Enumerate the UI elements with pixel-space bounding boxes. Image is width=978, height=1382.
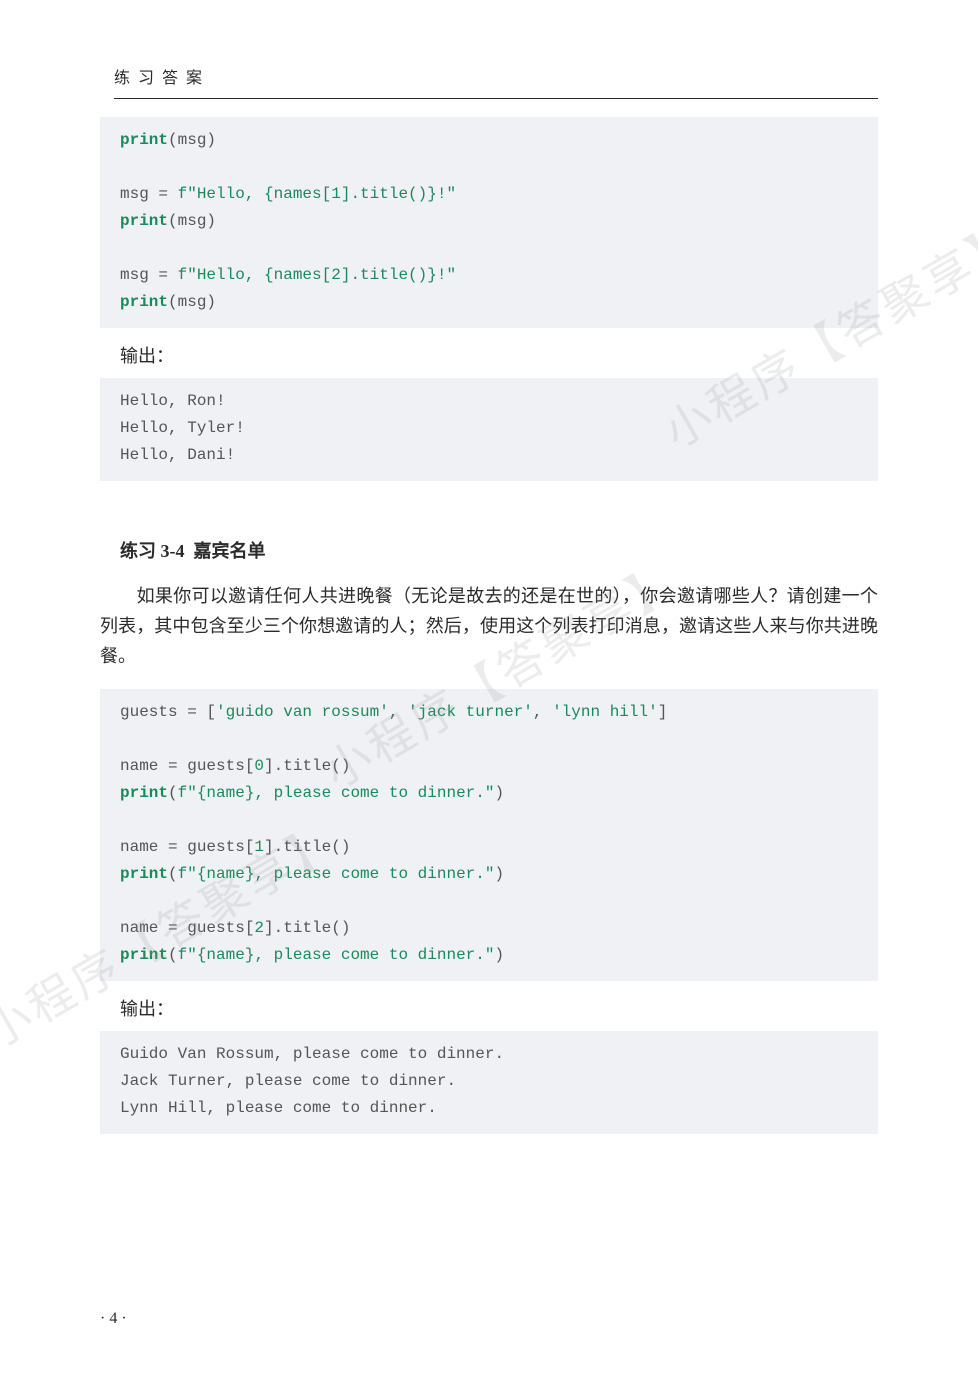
code-text: ].title() xyxy=(264,838,350,856)
code-string: 'guido van rossum' xyxy=(216,703,389,721)
code-text: , xyxy=(389,703,408,721)
code-string: f"{name}, please come to dinner." xyxy=(178,946,495,964)
code-text: ( xyxy=(168,865,178,883)
page-header: 练 习 答 案 xyxy=(114,64,878,99)
page: 练 习 答 案 小程序【答聚享】 小程序【答聚享】 小程序【答聚享】 print… xyxy=(0,0,978,1382)
code-text: (msg) xyxy=(168,131,216,149)
code-text: name = guests[ xyxy=(120,919,254,937)
code-text: (msg) xyxy=(168,212,216,230)
section-number: 练习 3-4 xyxy=(120,541,185,561)
output-label-1: 输出： xyxy=(120,342,878,368)
code-string: 'jack turner' xyxy=(408,703,533,721)
output-label-2: 输出： xyxy=(120,995,878,1021)
code-text: ].title() xyxy=(264,919,350,937)
code-string: ].title()}!" xyxy=(341,185,456,203)
code-text: name = guests[ xyxy=(120,838,254,856)
code-string: f"{name}, please come to dinner." xyxy=(178,784,495,802)
output-block-1: Hello, Ron! Hello, Tyler! Hello, Dani! xyxy=(100,378,878,481)
code-text: (msg) xyxy=(168,293,216,311)
code-text: ].title() xyxy=(264,757,350,775)
code-block-2: guests = ['guido van rossum', 'jack turn… xyxy=(100,689,878,981)
code-text: ) xyxy=(494,784,504,802)
code-string: f"{name}, please come to dinner." xyxy=(178,865,495,883)
code-keyword: print xyxy=(120,131,168,149)
code-keyword: print xyxy=(120,946,168,964)
code-text: ( xyxy=(168,946,178,964)
code-text: msg = xyxy=(120,185,178,203)
code-number: 1 xyxy=(254,838,264,856)
code-block-1: print(msg) msg = f"Hello, {names[1].titl… xyxy=(100,117,878,328)
body-text: 如果你可以邀请任何人共进晚餐（无论是故去的还是在世的），你会邀请哪些人？请创建一… xyxy=(100,581,878,671)
output-block-2: Guido Van Rossum, please come to dinner.… xyxy=(100,1031,878,1134)
section-title: 练习 3-4 嘉宾名单 xyxy=(120,537,878,563)
code-number: 1 xyxy=(331,185,341,203)
code-text: ) xyxy=(494,865,504,883)
code-number: 0 xyxy=(254,757,264,775)
code-text: guests = [ xyxy=(120,703,216,721)
code-keyword: print xyxy=(120,212,168,230)
code-string: f"Hello, {names[ xyxy=(178,185,332,203)
code-string: ].title()}!" xyxy=(341,266,456,284)
code-keyword: print xyxy=(120,784,168,802)
code-number: 2 xyxy=(254,919,264,937)
code-keyword: print xyxy=(120,865,168,883)
code-string: 'lynn hill' xyxy=(552,703,658,721)
code-number: 2 xyxy=(331,266,341,284)
code-text: name = guests[ xyxy=(120,757,254,775)
code-keyword: print xyxy=(120,293,168,311)
code-text: ] xyxy=(658,703,668,721)
page-number: · 4 · xyxy=(100,1310,127,1328)
code-string: f"Hello, {names[ xyxy=(178,266,332,284)
code-text: ) xyxy=(494,946,504,964)
code-text: msg = xyxy=(120,266,178,284)
code-text: , xyxy=(533,703,552,721)
code-text: ( xyxy=(168,784,178,802)
section-name: 嘉宾名单 xyxy=(194,541,266,561)
